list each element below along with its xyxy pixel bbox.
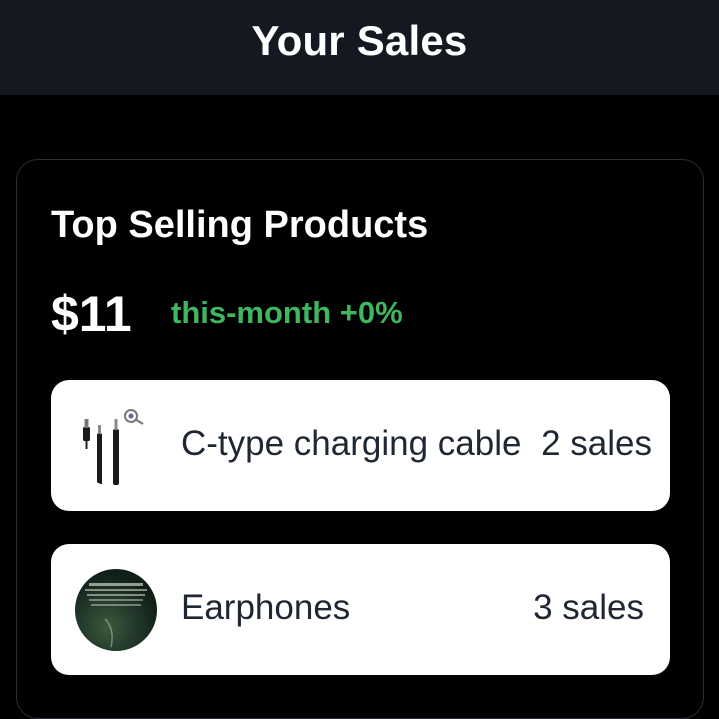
sales-trend: this-month +0% (171, 295, 403, 330)
product-thumbnail (75, 405, 157, 487)
card-title: Top Selling Products (51, 204, 429, 246)
product-sales: 3 sales (533, 588, 644, 627)
top-selling-card: Top Selling Products $11 this-month +0% (16, 159, 704, 719)
product-row[interactable]: Earphones 3 sales (51, 544, 670, 675)
usb-cable-icon (83, 409, 144, 485)
app-header: Your Sales (0, 0, 719, 95)
product-name: Earphones (181, 588, 351, 627)
earphones-photo-image (85, 583, 147, 648)
product-name: C-type charging cable (181, 424, 522, 463)
sales-total: $11 (51, 286, 132, 342)
product-row[interactable]: C-type charging cable 2 sales (51, 380, 670, 511)
page-title: Your Sales (251, 16, 468, 64)
product-thumbnail (75, 569, 157, 651)
product-sales: 2 sales (541, 424, 652, 463)
